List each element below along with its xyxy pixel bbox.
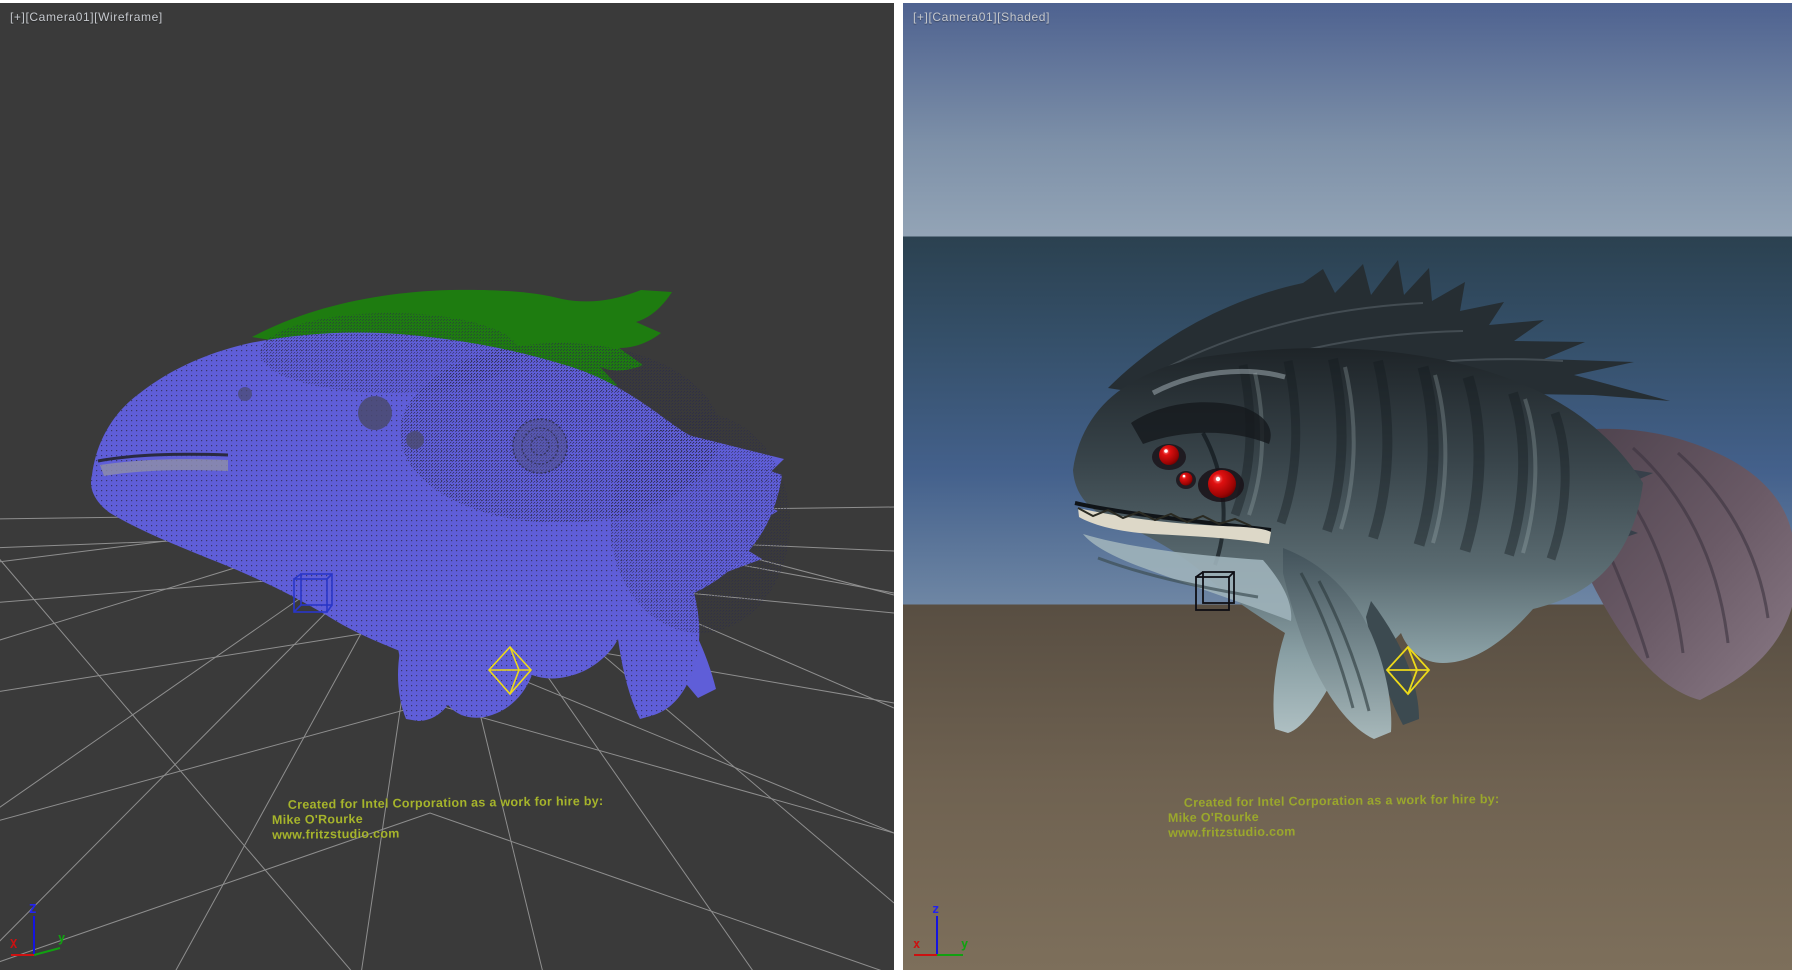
- fish-model-shaded[interactable]: [1073, 260, 1792, 739]
- viewport-camera01-wireframe[interactable]: [+][Camera01][Wireframe]: [0, 3, 894, 970]
- axis-x-label: X: [10, 937, 18, 951]
- axis-z-label: z: [932, 902, 939, 916]
- world-axis-tripod: Z X y: [0, 900, 80, 970]
- axis-y-label: y: [58, 931, 65, 945]
- viewport-camera01-shaded[interactable]: [+][Camera01][Shaded]: [903, 3, 1792, 970]
- render-annotation-text: Created for Intel Corporation as a work …: [1168, 792, 1499, 841]
- axis-z-label: Z: [29, 902, 36, 916]
- viewport-label-shaded[interactable]: [+][Camera01][Shaded]: [913, 10, 1050, 24]
- world-axis-tripod: z x y: [903, 900, 983, 970]
- viewport-label-wireframe[interactable]: [+][Camera01][Wireframe]: [10, 10, 163, 24]
- render-annotation-text: Created for Intel Corporation as a work …: [272, 794, 603, 843]
- axis-y-label: y: [961, 937, 968, 951]
- axis-x-label: x: [913, 937, 920, 951]
